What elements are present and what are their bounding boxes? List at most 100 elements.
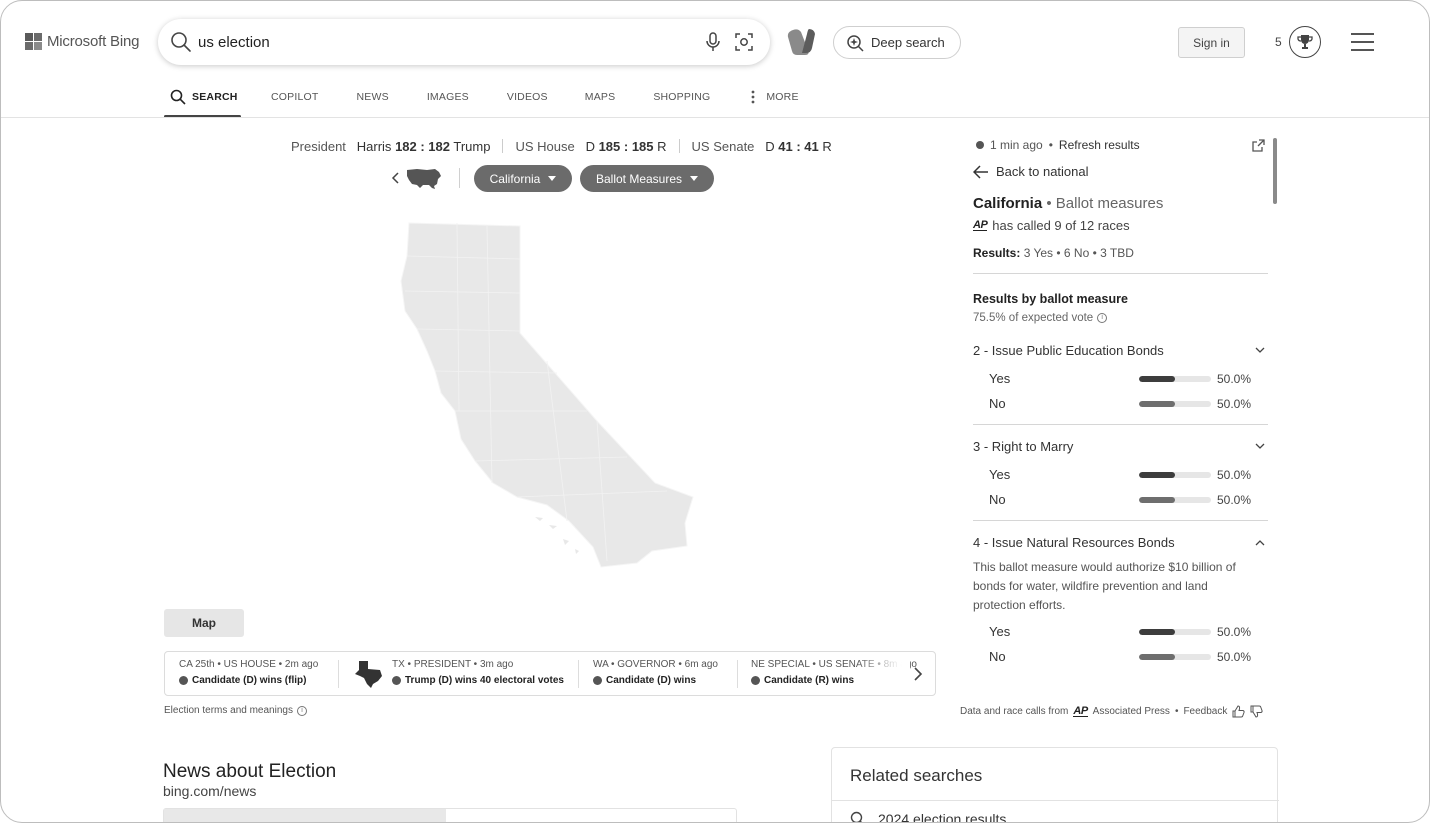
live-dot-icon — [976, 141, 984, 149]
sign-in-button[interactable]: Sign in — [1178, 27, 1245, 58]
related-divider — [832, 800, 1279, 801]
tab-copilot[interactable]: COPILOT — [271, 85, 319, 118]
president-score[interactable]: President Harris 182 : 182 Trump — [291, 139, 490, 154]
tab-videos[interactable]: VIDEOS — [507, 85, 548, 118]
terms-label: Election terms and meanings — [164, 705, 293, 716]
thumbs-down-icon[interactable] — [1250, 705, 1263, 718]
back-label: Back to national — [996, 164, 1089, 179]
feedback-link[interactable]: Feedback — [1183, 706, 1227, 717]
state-dropdown[interactable]: California — [474, 165, 572, 192]
race-type-dropdown-label: Ballot Measures — [595, 171, 683, 186]
ticker-result: Candidate (D) wins — [606, 675, 697, 686]
vote-bar — [1139, 376, 1211, 382]
search-input[interactable] — [198, 31, 678, 53]
news-section-url[interactable]: bing.com/news — [163, 783, 256, 799]
house-score[interactable]: US House D 185 : 185 R — [515, 139, 666, 154]
rewards-points[interactable]: 5 — [1275, 35, 1282, 49]
chevron-left-icon[interactable] — [389, 171, 401, 185]
related-searches-card: Related searches 2024 election results — [831, 747, 1279, 822]
hamburger-menu-icon[interactable] — [1351, 33, 1375, 51]
caret-down-icon — [548, 176, 557, 181]
measure-row-label: No — [989, 396, 1006, 411]
ticker-meta: WA • GOVERNOR • 6m ago — [593, 659, 718, 670]
microphone-icon[interactable] — [704, 32, 722, 52]
tab-label: IMAGES — [426, 91, 469, 103]
ticker-divider — [737, 660, 738, 688]
vote-percent: 50.0% — [1217, 372, 1252, 386]
header-divider — [1, 117, 1429, 118]
chevron-up-icon[interactable] — [1255, 539, 1265, 546]
rewards-trophy-icon[interactable] — [1289, 26, 1321, 58]
info-icon[interactable]: i — [1097, 313, 1108, 323]
search-icon — [170, 89, 186, 105]
filter-divider — [459, 168, 460, 188]
tab-images[interactable]: IMAGES — [427, 85, 469, 118]
chevron-down-icon[interactable] — [1255, 347, 1265, 354]
thumbs-up-icon[interactable] — [1232, 705, 1245, 718]
ticker-result: Trump (D) wins 40 electoral votes — [405, 675, 564, 686]
california-county-map[interactable] — [397, 221, 697, 569]
ticker-item[interactable]: WA • GOVERNOR • 6m ago Candidate (D) win… — [593, 659, 718, 686]
measure-title[interactable]: 2 - Issue Public Education Bonds — [973, 343, 1164, 358]
vote-percent: 50.0% — [1217, 650, 1252, 664]
share-icon[interactable] — [1251, 138, 1266, 153]
ticker-item[interactable]: CA 25th • US HOUSE • 2m ago Candidate (D… — [179, 659, 318, 686]
browser-page: Microsoft Bing Deep search Sign in 5 SEA… — [0, 0, 1430, 823]
panel-divider — [973, 520, 1268, 521]
bing-logo[interactable]: Microsoft Bing — [25, 33, 139, 50]
copilot-icon[interactable] — [784, 26, 818, 58]
visual-search-icon[interactable] — [734, 32, 754, 52]
measure-row-label: No — [989, 492, 1006, 507]
tab-maps[interactable]: MAPS — [585, 85, 616, 118]
ticker-meta: TX • PRESIDENT • 3m ago — [392, 659, 514, 670]
ticker-item[interactable]: TX • PRESIDENT • 3m ago Trump (D) wins 4… — [392, 659, 564, 686]
news-card[interactable] — [163, 808, 737, 822]
map-view-button[interactable]: Map — [164, 609, 244, 637]
refresh-results-link[interactable]: Refresh results — [1059, 138, 1140, 152]
news-section-title[interactable]: News about Election — [163, 761, 336, 783]
vote-percent: 50.0% — [1217, 493, 1252, 507]
associated-press-link[interactable]: Associated Press — [1093, 706, 1170, 717]
results-by-measure-title: Results by ballot measure — [973, 292, 1128, 306]
panel-divider — [973, 273, 1268, 274]
vote-percent: 50.0% — [1217, 468, 1252, 482]
measure-row-label: Yes — [989, 467, 1011, 482]
tab-more[interactable]: MORE — [748, 85, 798, 118]
tab-label: VIDEOS — [506, 91, 548, 103]
last-updated: 1 min ago • Refresh results — [976, 138, 1140, 152]
vote-bar — [1139, 629, 1211, 635]
measure-title[interactable]: 3 - Right to Marry — [973, 439, 1073, 454]
vote-bar — [1139, 497, 1211, 503]
state-dropdown-label: California — [489, 171, 541, 186]
deep-search-button[interactable]: Deep search — [833, 26, 961, 59]
senate-score[interactable]: US Senate D 41 : 41 R — [692, 139, 832, 154]
race-type-dropdown[interactable]: Ballot Measures — [580, 165, 714, 192]
chevron-down-icon[interactable] — [1255, 443, 1265, 450]
measure-title[interactable]: 4 - Issue Natural Resources Bonds — [973, 535, 1175, 550]
election-scoreboard: President Harris 182 : 182 Trump US Hous… — [291, 139, 832, 154]
search-icon — [850, 811, 863, 822]
status-dot-icon — [392, 676, 401, 685]
tab-label: COPILOT — [271, 91, 319, 103]
back-to-national-link[interactable]: Back to national — [973, 164, 1089, 179]
measure-row-label: No — [989, 649, 1006, 664]
measure-row-label: Yes — [989, 371, 1011, 386]
panel-scrollbar[interactable] — [1273, 138, 1277, 204]
election-terms-link[interactable]: Election terms and meanings i — [164, 705, 307, 716]
chevron-right-icon[interactable] — [913, 666, 923, 682]
search-tabs: SEARCH COPILOT NEWS IMAGES VIDEOS MAPS S… — [164, 85, 799, 118]
vote-percent: 50.0% — [1217, 397, 1252, 411]
tab-shopping[interactable]: SHOPPING — [653, 85, 710, 118]
related-search-item[interactable]: 2024 election results — [850, 811, 1006, 822]
vote-bar — [1139, 654, 1211, 660]
tab-news[interactable]: NEWS — [357, 85, 389, 118]
updated-time: 1 min ago — [990, 138, 1043, 152]
tab-search[interactable]: SEARCH — [164, 85, 241, 118]
data-source: Data and race calls from AP Associated P… — [960, 705, 1263, 718]
search-box[interactable] — [158, 19, 770, 65]
us-map-icon[interactable] — [405, 166, 443, 190]
measure-row-label: Yes — [989, 624, 1011, 639]
ticker-result: Candidate (D) wins (flip) — [192, 675, 307, 686]
deep-search-label: Deep search — [871, 35, 945, 50]
info-icon: i — [296, 705, 307, 716]
